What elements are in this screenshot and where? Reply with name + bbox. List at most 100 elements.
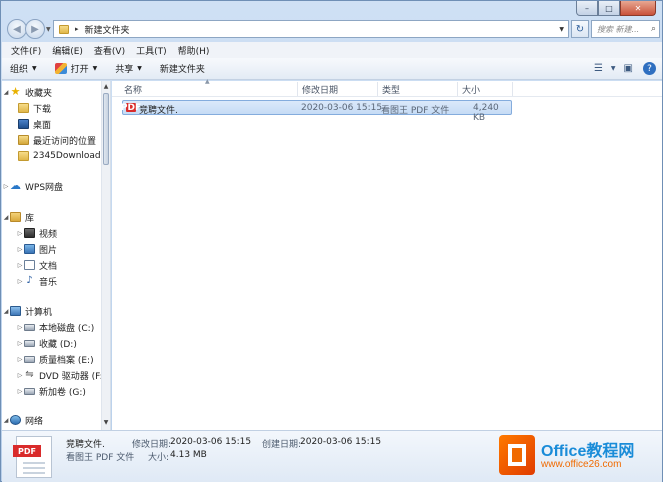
close-button[interactable]: ✕ <box>620 1 656 16</box>
office-logo-icon <box>499 435 535 475</box>
pdf-thumbnail-icon: PDF <box>13 436 52 478</box>
nav-label: 下载 <box>33 104 52 115</box>
picture-library-icon <box>24 244 35 254</box>
collapsed-triangle-icon[interactable]: ▷ <box>16 278 24 285</box>
forward-button[interactable]: ▶ <box>25 19 45 39</box>
maximize-button[interactable]: □ <box>598 1 620 16</box>
file-name[interactable]: 竞聘文件. <box>139 103 178 116</box>
column-modified[interactable]: 修改日期 <box>302 83 338 96</box>
open-button[interactable]: 打开 ▼ <box>54 62 97 75</box>
nav-scrollbar[interactable]: ▲ ▼ <box>101 81 110 430</box>
nav-favorites[interactable]: ◢ ★ 收藏夹 <box>2 85 52 99</box>
text-line <box>23 462 45 464</box>
help-icon[interactable]: ? <box>643 62 656 75</box>
nav-network[interactable]: ◢ 网络 <box>2 413 43 427</box>
nav-wps-cloud[interactable]: ▷ ☁ WPS网盘 <box>2 179 63 193</box>
nav-label: 2345Download <box>33 151 101 161</box>
column-divider[interactable] <box>377 82 378 96</box>
change-view-icon[interactable]: ☰ <box>594 63 603 74</box>
menu-bar: 文件(F) 编辑(E) 查看(V) 工具(T) 帮助(H) <box>2 42 662 58</box>
nav-label: DVD 驱动器 (F:) <box>39 371 107 382</box>
preview-pane-icon[interactable]: ▣ <box>624 63 633 74</box>
nav-label: 文档 <box>39 261 58 272</box>
collapsed-triangle-icon[interactable]: ▷ <box>16 246 24 253</box>
collapsed-triangle-icon[interactable]: ▷ <box>16 262 24 269</box>
refresh-icon: ↻ <box>575 23 585 35</box>
forward-arrow-icon: ▶ <box>31 23 39 35</box>
nav-downloads[interactable]: 下载 <box>18 101 51 115</box>
pdf-badge: PDF <box>13 445 41 457</box>
nav-music[interactable]: ▷ ♪ 音乐 <box>16 274 57 288</box>
text-line <box>23 472 45 474</box>
menu-help[interactable]: 帮助(H) <box>178 44 210 57</box>
column-name[interactable]: 名称 <box>124 83 142 96</box>
scroll-down-icon[interactable]: ▼ <box>102 419 110 428</box>
back-button[interactable]: ◀ <box>7 19 27 39</box>
scroll-thumb[interactable] <box>103 93 109 165</box>
nav-computer[interactable]: ◢ 计算机 <box>2 304 52 318</box>
column-divider[interactable] <box>457 82 458 96</box>
nav-recent-places[interactable]: 最近访问的位置 <box>18 133 96 147</box>
new-folder-button[interactable]: 新建文件夹 <box>160 62 205 75</box>
refresh-button[interactable]: ↻ <box>571 20 589 38</box>
collapsed-triangle-icon[interactable]: ▷ <box>16 372 24 379</box>
nav-desktop[interactable]: 桌面 <box>18 117 51 131</box>
drive-icon <box>24 355 35 363</box>
expanded-triangle-icon[interactable]: ◢ <box>2 308 10 315</box>
nav-libraries[interactable]: ◢ 库 <box>2 210 34 224</box>
search-input[interactable]: 搜索 新建... <box>597 24 651 35</box>
menu-file[interactable]: 文件(F) <box>11 44 41 57</box>
nav-drive-d[interactable]: ▷ 收藏 (D:) <box>16 336 77 350</box>
nav-label: 质量档案 (E:) <box>39 355 94 366</box>
collapsed-triangle-icon[interactable]: ▷ <box>16 230 24 237</box>
text-line <box>23 467 45 469</box>
nav-videos[interactable]: ▷ 视频 <box>16 226 57 240</box>
nav-pictures[interactable]: ▷ 图片 <box>16 242 57 256</box>
share-button[interactable]: 共享 ▼ <box>115 62 142 75</box>
new-folder-label: 新建文件夹 <box>159 65 205 75</box>
breadcrumb-separator-icon[interactable]: ▸ <box>75 25 79 33</box>
address-dropdown-icon[interactable]: ▼ <box>559 26 564 33</box>
menu-view[interactable]: 查看(V) <box>94 44 125 57</box>
music-note-icon: ♪ <box>26 275 33 286</box>
network-icon <box>10 415 21 425</box>
view-dropdown-icon[interactable]: ▼ <box>611 65 616 72</box>
recent-pages-dropdown[interactable]: ▼ <box>46 26 51 33</box>
expanded-triangle-icon[interactable]: ◢ <box>2 89 10 96</box>
menu-tools[interactable]: 工具(T) <box>136 44 167 57</box>
nav-label: 音乐 <box>39 277 58 288</box>
file-modified: 2020-03-06 15:15 <box>301 103 383 113</box>
address-bar[interactable]: ▸ 新建文件夹 ▼ <box>53 20 569 38</box>
nav-drive-f[interactable]: ▷ ⇋ DVD 驱动器 (F:) <box>16 368 106 382</box>
nav-drive-g[interactable]: ▷ 新加卷 (G:) <box>16 384 86 398</box>
search-box[interactable]: 搜索 新建... ⌕ <box>591 20 660 38</box>
nav-2345download[interactable]: 2345Download <box>18 149 101 163</box>
collapsed-triangle-icon[interactable]: ▷ <box>16 388 24 395</box>
nav-documents[interactable]: ▷ 文档 <box>16 258 57 272</box>
scroll-up-icon[interactable]: ▲ <box>102 83 110 92</box>
expanded-triangle-icon[interactable]: ◢ <box>2 417 10 424</box>
column-divider[interactable] <box>297 82 298 96</box>
menu-edit[interactable]: 编辑(E) <box>52 44 83 57</box>
column-divider[interactable] <box>512 82 513 96</box>
column-type[interactable]: 类型 <box>382 83 400 96</box>
nav-drive-e[interactable]: ▷ 质量档案 (E:) <box>16 352 94 366</box>
address-row: ◀ ▶ ▼ ▸ 新建文件夹 ▼ ↻ 搜索 新建... ⌕ <box>5 19 660 41</box>
breadcrumb-current-folder[interactable]: 新建文件夹 <box>85 23 130 36</box>
collapsed-triangle-icon[interactable]: ▷ <box>16 324 24 331</box>
minimize-button[interactable]: – <box>576 1 598 16</box>
nav-drive-c[interactable]: ▷ 本地磁盘 (C:) <box>16 320 94 334</box>
column-header: ▲ 名称 修改日期 类型 大小 <box>112 78 662 97</box>
computer-icon <box>10 306 21 316</box>
organize-button[interactable]: 组织 ▼ <box>10 62 37 75</box>
collapsed-triangle-icon[interactable]: ▷ <box>16 340 24 347</box>
sort-ascending-icon: ▲ <box>205 78 210 85</box>
expanded-triangle-icon[interactable]: ◢ <box>2 214 10 221</box>
column-size[interactable]: 大小 <box>462 83 480 96</box>
folder-icon <box>59 24 69 34</box>
collapsed-triangle-icon[interactable]: ▷ <box>2 183 10 190</box>
nav-label: 本地磁盘 (C:) <box>39 323 95 334</box>
file-size: 4,240 KB <box>473 103 499 123</box>
collapsed-triangle-icon[interactable]: ▷ <box>16 356 24 363</box>
file-row[interactable]: PDF 竞聘文件. 2020-03-06 15:15 看图王 PDF 文件 4,… <box>121 100 512 123</box>
